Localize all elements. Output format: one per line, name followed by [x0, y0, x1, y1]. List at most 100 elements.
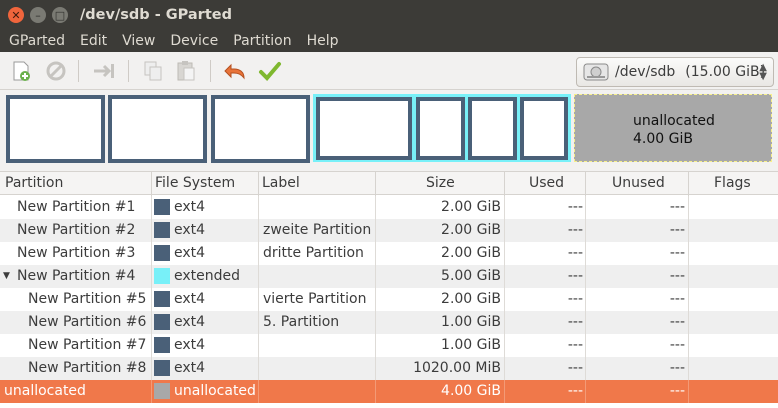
filesystem-color-swatch — [154, 383, 170, 399]
cell-size: 2.00 GiB — [441, 199, 501, 215]
cell-partition: New Partition #5 — [28, 291, 147, 307]
menu-gparted[interactable]: GParted — [9, 33, 65, 49]
table-row[interactable]: New Partition #1 ext4 2.00 GiB --- --- — [0, 196, 778, 219]
cell-label: 5. Partition — [263, 314, 340, 330]
col-filesystem[interactable]: File System — [155, 175, 235, 191]
cell-unused: --- — [669, 245, 685, 261]
undo-icon — [224, 63, 245, 80]
cell-filesystem: ext4 — [174, 314, 206, 330]
delete-button[interactable] — [44, 59, 68, 83]
menu-device[interactable]: Device — [170, 33, 218, 49]
cell-label: dritte Partition — [263, 245, 364, 261]
cell-used: --- — [567, 291, 583, 307]
maximize-window-button[interactable]: □ — [52, 7, 68, 23]
disk-visualizer: unallocated 4.00 GiB — [0, 90, 778, 170]
cell-partition: New Partition #3 — [17, 245, 136, 261]
cell-filesystem: ext4 — [174, 337, 206, 353]
filesystem-color-swatch — [154, 199, 170, 215]
cell-label: vierte Partition — [263, 291, 367, 307]
table-row[interactable]: New Partition #2 ext4 zweite Partition 2.00… — [0, 219, 778, 242]
cell-filesystem: ext4 — [174, 222, 206, 238]
cell-size: 2.00 GiB — [441, 291, 501, 307]
menu-help[interactable]: Help — [307, 33, 339, 49]
table-row[interactable]: unallocated unallocated 4.00 GiB --- --- — [0, 380, 778, 403]
resize-move-icon — [94, 64, 114, 78]
harddisk-icon — [583, 63, 609, 81]
table-row[interactable]: New Partition #3 ext4 dritte Partition 2.00… — [0, 242, 778, 265]
table-row[interactable]: New Partition #5 ext4 vierte Partition 2.00… — [0, 288, 778, 311]
paste-button[interactable] — [174, 59, 198, 83]
viz-partition-2[interactable] — [108, 95, 207, 163]
viz-unallocated[interactable]: unallocated 4.00 GiB — [574, 94, 772, 162]
cell-used: --- — [567, 337, 583, 353]
filesystem-color-swatch — [154, 222, 170, 238]
table-row[interactable]: New Partition #7 ext4 1.00 GiB --- --- — [0, 334, 778, 357]
device-name: /dev/sdb — [615, 64, 676, 80]
cell-filesystem: unallocated — [174, 383, 256, 399]
col-label[interactable]: Label — [262, 175, 300, 191]
cell-partition: New Partition #2 — [17, 222, 136, 238]
device-size: (15.00 GiB) — [685, 64, 766, 80]
cell-unused: --- — [669, 314, 685, 330]
filesystem-color-swatch — [154, 360, 170, 376]
cell-used: --- — [567, 245, 583, 261]
cell-unused: --- — [669, 291, 685, 307]
cell-filesystem: ext4 — [174, 245, 206, 261]
cell-unused: --- — [669, 222, 685, 238]
menu-partition[interactable]: Partition — [233, 33, 291, 49]
cell-size: 1.00 GiB — [441, 314, 501, 330]
minimize-window-button[interactable]: – — [30, 7, 46, 23]
cell-partition: New Partition #8 — [28, 360, 147, 376]
cell-partition: unallocated — [4, 383, 86, 399]
table-row[interactable]: ▼ New Partition #4 extended 5.00 GiB --- --- — [0, 265, 778, 288]
cell-partition: New Partition #6 — [28, 314, 147, 330]
filesystem-color-swatch — [154, 291, 170, 307]
window-title: /dev/sdb - GParted — [80, 7, 232, 23]
spin-arrows-icon: ▲ ▼ — [759, 62, 767, 82]
cell-unused: --- — [669, 268, 685, 284]
copy-button[interactable] — [141, 59, 165, 83]
cell-size: 2.00 GiB — [441, 245, 501, 261]
resize-move-button[interactable] — [92, 59, 116, 83]
cell-filesystem: extended — [174, 268, 241, 284]
viz-partition-7[interactable] — [468, 97, 517, 160]
apply-button[interactable] — [258, 59, 282, 83]
table-row[interactable]: New Partition #8 ext4 1020.00 MiB --- --- — [0, 357, 778, 380]
menu-bar: GParted Edit View Device Partition Help — [0, 30, 778, 52]
viz-partition-6[interactable] — [416, 97, 465, 160]
filesystem-color-swatch — [154, 268, 170, 284]
cell-used: --- — [567, 268, 583, 284]
minimize-icon: – — [35, 8, 41, 22]
col-flags[interactable]: Flags — [714, 175, 751, 191]
col-partition[interactable]: Partition — [5, 175, 63, 191]
device-selector[interactable]: /dev/sdb (15.00 GiB) ▲ ▼ — [576, 57, 774, 87]
paste-icon — [177, 61, 195, 81]
cell-size: 2.00 GiB — [441, 222, 501, 238]
viz-partition-1[interactable] — [6, 95, 105, 163]
table-row[interactable]: New Partition #6 ext4 5. Partition 1.00 GiB… — [0, 311, 778, 334]
undo-button[interactable] — [224, 59, 248, 83]
cell-size: 5.00 GiB — [441, 268, 501, 284]
maximize-icon: □ — [54, 8, 66, 22]
viz-partition-8[interactable] — [520, 97, 568, 160]
viz-partition-5[interactable] — [316, 97, 412, 160]
col-used[interactable]: Used — [529, 175, 564, 191]
menu-view[interactable]: View — [122, 33, 155, 49]
viz-partition-3[interactable] — [211, 95, 310, 163]
expander-icon[interactable]: ▼ — [3, 271, 10, 281]
new-partition-button[interactable] — [9, 59, 33, 83]
viz-unallocated-label: unallocated — [633, 113, 715, 129]
close-window-button[interactable]: ✕ — [8, 7, 24, 23]
cell-used: --- — [567, 383, 583, 399]
copy-icon — [144, 61, 162, 81]
cell-size: 4.00 GiB — [441, 383, 501, 399]
col-size[interactable]: Size — [426, 175, 455, 191]
menu-edit[interactable]: Edit — [80, 33, 107, 49]
filesystem-color-swatch — [154, 314, 170, 330]
close-icon: ✕ — [11, 8, 21, 22]
new-partition-icon — [13, 61, 30, 81]
cell-filesystem: ext4 — [174, 360, 206, 376]
col-unused[interactable]: Unused — [612, 175, 665, 191]
cell-unused: --- — [669, 199, 685, 215]
delete-icon — [46, 61, 66, 81]
